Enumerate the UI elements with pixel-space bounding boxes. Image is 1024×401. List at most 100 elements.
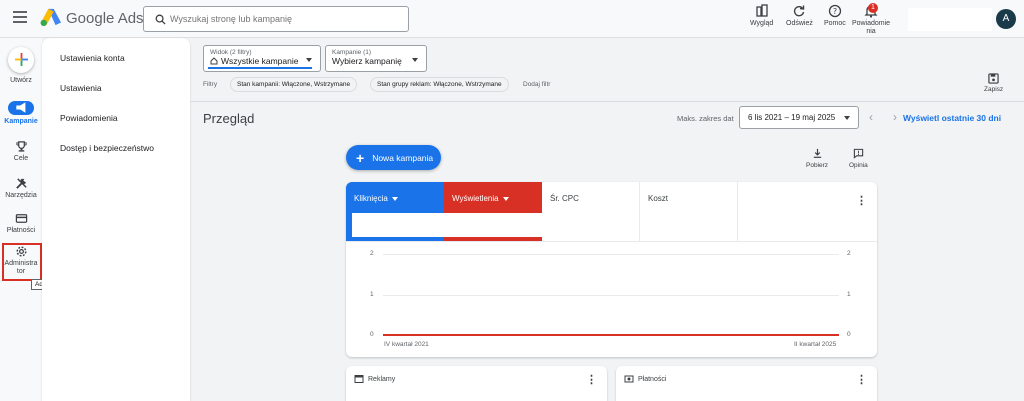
- gridline-1: [383, 295, 839, 296]
- avatar[interactable]: A: [996, 9, 1016, 29]
- filter-chip-campaign-status[interactable]: Stan kampanii: Włączone, Wstrzymane: [230, 77, 358, 92]
- billing-card-label: Płatności: [638, 375, 667, 383]
- ads-icon: [354, 375, 364, 383]
- impressions-series-line: [383, 334, 839, 336]
- chart-more-options-icon[interactable]: ⋮: [856, 194, 867, 207]
- appearance-button[interactable]: Wygląd: [750, 4, 773, 28]
- rail-label-campaigns: Kampanie: [4, 118, 38, 125]
- rail-label-goals: Cele: [13, 155, 29, 162]
- rail-item-tools[interactable]: Narzędzia: [0, 177, 42, 200]
- metric-label-clicks: Kliknięcia: [354, 194, 388, 203]
- filters-label: Filtry: [203, 81, 218, 88]
- search-box[interactable]: [143, 6, 409, 32]
- campaigns-icon: [8, 101, 34, 115]
- notifications-button[interactable]: 1 Powiadomie nia: [852, 3, 890, 36]
- chevron-down-icon: [391, 196, 398, 201]
- y-tick-left-1: 1: [370, 291, 374, 298]
- rail-label-create: Utwórz: [10, 77, 32, 84]
- plus-icon: +: [356, 149, 365, 166]
- search-input[interactable]: [170, 14, 390, 24]
- save-icon: [988, 73, 999, 84]
- add-filter-link[interactable]: Dodaj filtr: [523, 81, 550, 88]
- filter-chip-adgroup-status[interactable]: Stan grupy reklam: Włączone, Wstrzymane: [370, 77, 509, 92]
- metric-divider: [346, 241, 877, 242]
- menu-icon[interactable]: [13, 11, 27, 25]
- account-selector[interactable]: [908, 8, 992, 31]
- new-campaign-label: Nowa kampania: [372, 152, 434, 163]
- metric-value-clicks: [352, 213, 444, 237]
- svg-text:?: ?: [833, 7, 837, 16]
- ads-card-title: Reklamy: [354, 374, 395, 384]
- app-name: Google Ads: [66, 10, 144, 27]
- page-title: Przegląd: [203, 111, 255, 126]
- rail-item-campaigns[interactable]: Kampanie: [0, 101, 42, 126]
- create-plus-icon: [8, 47, 34, 73]
- chevron-down-icon: [412, 58, 418, 62]
- feedback-button[interactable]: Opinia: [849, 148, 868, 169]
- y-tick-right-1: 1: [847, 291, 851, 298]
- settings-item-access-security[interactable]: Dostęp i bezpieczeństwo: [60, 143, 154, 153]
- top-bar: Google Ads Wygląd Odśwież ? Pomoc 1 Powi…: [0, 0, 1024, 38]
- settings-item-account[interactable]: Ustawienia konta: [60, 53, 125, 63]
- y-tick-right-0: 0: [847, 331, 851, 338]
- help-button[interactable]: ? Pomoc: [824, 4, 846, 28]
- view-selector[interactable]: Widok (2 filtry) Wszystkie kampanie: [203, 45, 321, 72]
- left-navigation-rail: Utwórz Kampanie Cele Narzędzia Płatności…: [0, 38, 42, 401]
- refresh-icon: [794, 5, 805, 17]
- save-button[interactable]: Zapisz: [984, 73, 1003, 93]
- date-range-label: Maks. zakres dat: [677, 114, 734, 123]
- x-tick-start: IV kwartał 2021: [384, 341, 429, 348]
- metric-tab-clicks[interactable]: Kliknięcia: [346, 182, 444, 241]
- feedback-label: Opinia: [849, 162, 868, 169]
- metric-label-impressions: Wyświetlenia: [452, 194, 499, 203]
- rail-item-create[interactable]: Utwórz: [0, 47, 42, 85]
- view-selector-caption: Widok (2 filtry): [210, 49, 252, 56]
- billing-more-options-icon[interactable]: ⋮: [856, 373, 867, 386]
- rail-label-tools: Narzędzia: [5, 192, 37, 199]
- rail-label-billing: Płatności: [6, 227, 36, 234]
- performance-chart-card: Kliknięcia Wyświetlenia Śr. CPC Koszt ⋮: [346, 182, 877, 357]
- metric-label-avg-cpc: Śr. CPC: [550, 194, 579, 203]
- feedback-icon: [853, 148, 864, 159]
- metric-tab-avg-cpc[interactable]: Śr. CPC: [542, 182, 640, 241]
- help-icon: ?: [828, 4, 842, 18]
- trophy-icon: [15, 141, 27, 152]
- notification-badge: 1: [868, 3, 878, 13]
- admin-highlight: [2, 243, 42, 281]
- tools-icon: [15, 178, 27, 189]
- ads-card-label: Reklamy: [368, 375, 396, 383]
- view-selector-underline: [208, 67, 312, 69]
- refresh-button[interactable]: Odśwież: [786, 4, 813, 28]
- download-icon: [813, 148, 821, 158]
- credit-card-icon: [15, 214, 27, 223]
- billing-icon: [624, 375, 634, 383]
- gridline-2: [383, 254, 839, 255]
- ads-more-options-icon[interactable]: ⋮: [586, 373, 597, 386]
- y-tick-right-2: 2: [847, 250, 851, 257]
- campaign-selector[interactable]: Kampanie (1) Wybierz kampanię: [325, 45, 427, 72]
- settings-item-settings[interactable]: Ustawienia: [60, 83, 102, 93]
- home-icon: [210, 57, 218, 65]
- last-30-days-link[interactable]: Wyświetl ostatnie 30 dni: [903, 113, 1001, 123]
- metric-label-cost: Koszt: [648, 194, 669, 203]
- save-label: Zapisz: [984, 86, 1004, 93]
- refresh-label: Odśwież: [786, 20, 813, 27]
- chevron-down-icon: [844, 116, 850, 120]
- download-label: Pobierz: [806, 162, 829, 169]
- admin-settings-panel: Ustawienia konta Ustawienia Powiadomieni…: [42, 38, 190, 401]
- metric-tab-cost[interactable]: Koszt: [640, 182, 738, 241]
- campaign-selector-value: Wybierz kampanię: [332, 56, 402, 66]
- rail-item-goals[interactable]: Cele: [0, 140, 42, 163]
- next-period-button[interactable]: ›: [893, 110, 897, 124]
- new-campaign-button[interactable]: + Nowa kampania: [346, 145, 441, 170]
- rail-item-billing[interactable]: Płatności: [0, 212, 42, 235]
- download-button[interactable]: Pobierz: [806, 148, 828, 169]
- metric-tab-impressions[interactable]: Wyświetlenia: [444, 182, 542, 241]
- settings-item-notifications[interactable]: Powiadomienia: [60, 113, 118, 123]
- view-selector-value: Wszystkie kampanie: [221, 56, 299, 66]
- search-icon: [150, 14, 170, 25]
- date-range-picker[interactable]: 6 lis 2021 – 19 maj 2025: [739, 106, 859, 129]
- metric-value-impressions: [444, 213, 542, 237]
- previous-period-button[interactable]: ‹: [869, 110, 873, 124]
- header-divider: [190, 101, 1024, 102]
